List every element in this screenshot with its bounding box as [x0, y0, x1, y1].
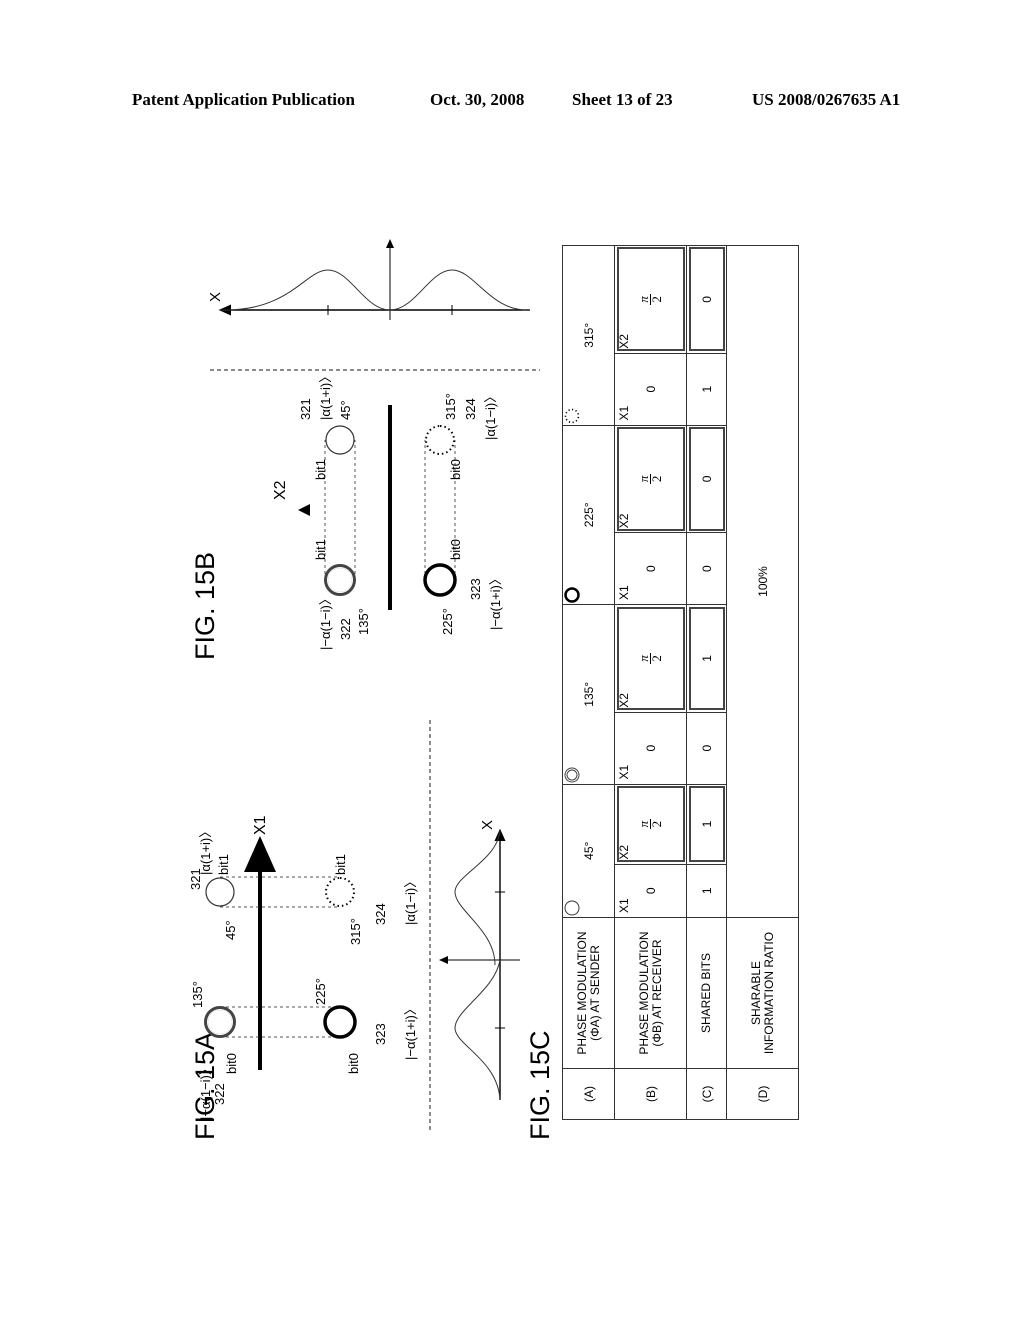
row-id-a: (A) — [562, 1068, 615, 1120]
shared-x2-225: 0 — [686, 425, 727, 533]
angle-cell-45: 45° — [562, 784, 615, 918]
angle-cell-135: 135° — [562, 604, 615, 785]
fig15a-gaussian-left — [454, 959, 501, 1101]
table-row-b: (B) PHASE MODULATION (ΦB) AT RECEIVER X1 0… — [614, 245, 687, 1120]
angle-cell-225: 225° — [562, 425, 615, 605]
phase-x2-315: X2 π 2 — [614, 245, 687, 354]
row-id-b: (B) — [614, 1068, 687, 1120]
publication-label: Patent Application Publication — [132, 90, 355, 109]
fig15b-gaussian-upper — [219, 269, 391, 311]
fig15b-angle-135: 135° — [356, 608, 371, 635]
shared-x1-135: 0 — [686, 712, 727, 785]
shared-x1-45: 1 — [686, 864, 727, 918]
fig15a-bit-321: bit1 — [216, 854, 231, 875]
fig15b-ket-324: |α(1−i)〉 — [483, 390, 498, 440]
table-row-c: (C) SHARED BITS 1 1 0 1 0 0 1 0 — [686, 245, 727, 1120]
fig15a-bit-323: bit0 — [346, 1053, 361, 1074]
fig15a-bit-324: bit1 — [333, 854, 348, 875]
fig15b-ref-322: 322 — [338, 618, 353, 640]
fig15b-ket-322: |−α(1−i)〉 — [318, 592, 333, 650]
row-id-d: (D) — [726, 1068, 799, 1120]
fig15b-x2-arrowhead — [298, 504, 310, 516]
table-row-a: (A) PHASE MODULATION (ΦA) AT SENDER 45° 1… — [562, 245, 615, 1120]
row-label-c: SHARED BITS — [686, 917, 727, 1069]
fig15a-ket-323: |−α(1+i)〉 — [403, 1002, 418, 1060]
rotated-figure-sheet: FIG. 15A FIG. 15B FIG. 15C X1 |−α(1−i)〉 … — [190, 230, 810, 1140]
fig15a-state-321-thin — [205, 877, 235, 907]
fig15b-dist-x-label: X — [207, 292, 224, 302]
double-circle-icon — [564, 767, 580, 783]
thin-circle-icon — [564, 900, 580, 916]
phase-x2-225: X2 π 2 — [614, 425, 687, 533]
fig15b-angle-45: 45° — [338, 400, 353, 420]
fig15b-x2-label: X2 — [272, 480, 289, 500]
page-header: Patent Application Publication Oct. 30, … — [0, 90, 1024, 114]
fig15b-state-324-dotted — [425, 425, 455, 455]
shared-x2-315: 0 — [686, 245, 727, 354]
fig15a-ref-322: 322 — [212, 1083, 227, 1105]
phase-x2-135: X2 π 2 — [614, 604, 687, 713]
fig15a-ref-324: 324 — [373, 903, 388, 925]
fig15b-ref-321: 321 — [298, 398, 313, 420]
fig15b-gaussian-lower — [389, 269, 531, 311]
fig15b-ref-323: 323 — [468, 578, 483, 600]
fig15-diagrams: X1 |−α(1−i)〉 322 bit0 135° |α(1+i)〉 321 … — [190, 239, 540, 1130]
fig15b-bit-323: bit0 — [448, 539, 463, 560]
sheet-number: Sheet 13 of 23 — [572, 90, 673, 109]
fig15a-angle-135: 135° — [190, 981, 205, 1008]
fig15b-state-322-double — [324, 564, 356, 596]
fig15b-bit-321: bit1 — [313, 459, 328, 480]
fig15b-bit-324: bit0 — [448, 459, 463, 480]
fig15b-state-321-thin — [325, 425, 355, 455]
fig15b-diagram: X X2 |α(1+i)〉 45° bit1 321 315° bit0 324… — [207, 239, 540, 650]
shared-x2-45: 1 — [686, 784, 727, 865]
table-row-d: (D) SHARABLE INFORMATION RATIO 100% — [726, 245, 799, 1120]
phase-x1-225: X1 0 — [614, 532, 687, 605]
row-label-b: PHASE MODULATION (ΦB) AT RECEIVER — [614, 917, 687, 1069]
fig15c-table: (A) PHASE MODULATION (ΦA) AT SENDER 45° 1… — [562, 245, 799, 1120]
dotted-circle-icon — [564, 408, 580, 423]
shared-x1-225: 0 — [686, 532, 727, 605]
fig15b-angle-225: 225° — [440, 608, 455, 635]
fig15a-state-323-bold — [323, 1005, 357, 1039]
fig15b-bit-322: bit1 — [313, 539, 328, 560]
fig15a-angle-225: 225° — [313, 978, 328, 1005]
fig15a-state-324-dotted — [325, 877, 355, 907]
fig15b-ket-323: |−α(1+i)〉 — [488, 572, 503, 630]
publication-date: Oct. 30, 2008 — [430, 90, 525, 109]
row-label-d: SHARABLE INFORMATION RATIO — [726, 917, 799, 1069]
fig15a-diagram: X1 |−α(1−i)〉 322 bit0 135° |α(1+i)〉 321 … — [190, 720, 520, 1130]
sharable-ratio-value: 100% — [726, 245, 799, 918]
phase-x2-45: X2 π 2 — [614, 784, 687, 865]
fig15a-ref-323: 323 — [373, 1023, 388, 1045]
fig15b-angle-315: 315° — [443, 393, 458, 420]
fig15a-gaussian-right — [454, 829, 501, 966]
phase-x1-315: X1 0 — [614, 353, 687, 426]
fig15b-state-323-bold — [423, 563, 457, 597]
fig15a-ket-324: |α(1−i)〉 — [403, 875, 418, 925]
patent-number: US 2008/0267635 A1 — [752, 90, 901, 109]
shared-x1-315: 1 — [686, 353, 727, 426]
fig15b-ref-324: 324 — [463, 398, 478, 420]
fig15a-ref-321: 321 — [190, 868, 203, 890]
fig15a-x1-label: X1 — [252, 815, 269, 835]
angle-cell-315: 315° — [562, 245, 615, 426]
fig15b-ket-321: |α(1+i)〉 — [318, 370, 333, 420]
row-id-c: (C) — [686, 1068, 727, 1120]
fig15a-bit-322: bit0 — [224, 1053, 239, 1074]
fig15a-angle-315: 315° — [348, 918, 363, 945]
phase-x1-135: X1 0 — [614, 712, 687, 785]
fig15a-dist-x-label: X — [479, 820, 496, 830]
fig15a-angle-45: 45° — [223, 920, 238, 940]
phase-x1-45: X1 0 — [614, 864, 687, 918]
row-label-a: PHASE MODULATION (ΦA) AT SENDER — [562, 917, 615, 1069]
fig15a-ket-322: |−α(1−i)〉 — [198, 1062, 213, 1120]
bold-circle-icon — [564, 587, 580, 603]
shared-x2-135: 1 — [686, 604, 727, 713]
